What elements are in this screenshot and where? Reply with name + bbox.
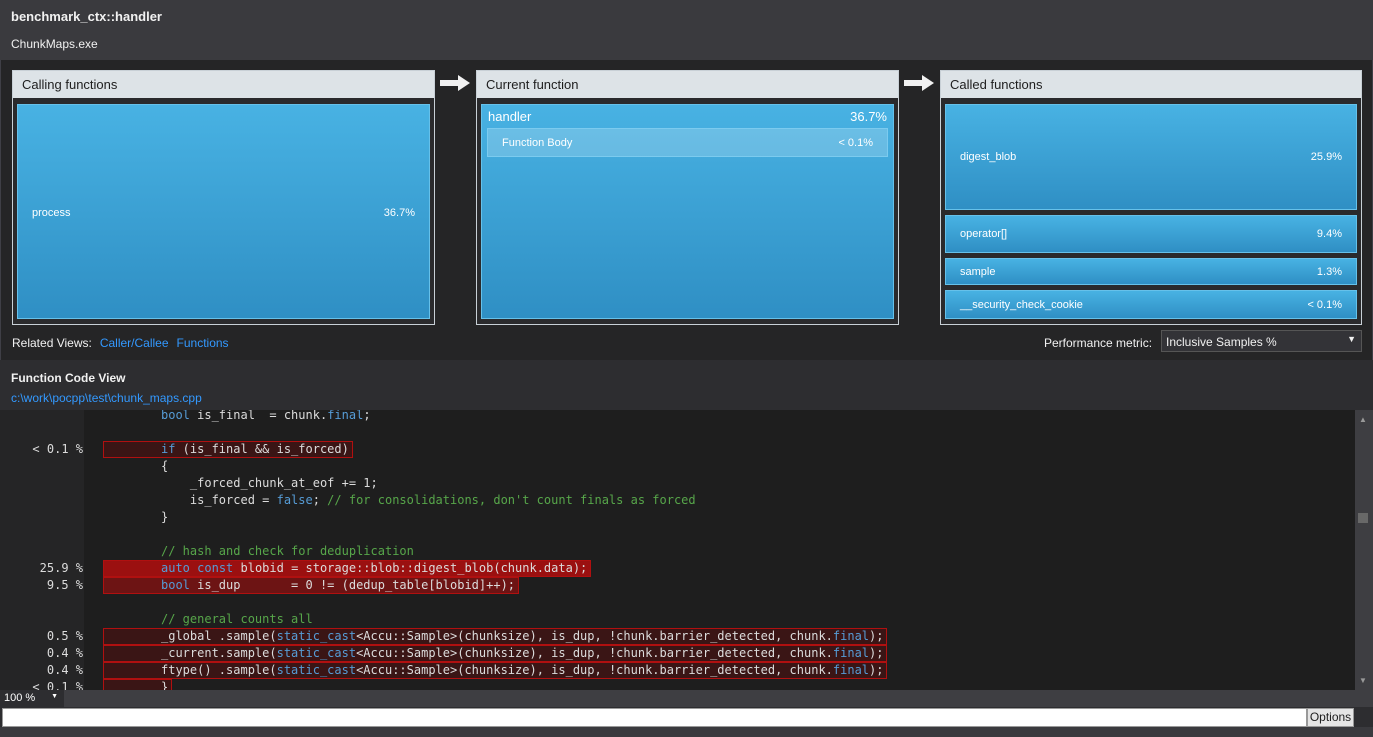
- line-percent: 25.9 %: [39, 561, 83, 575]
- caller-callee-link[interactable]: Caller/Callee: [100, 336, 169, 350]
- code-text: {: [161, 459, 169, 473]
- line-percent: 0.5 %: [46, 629, 83, 643]
- panel-title: Current function: [477, 71, 898, 98]
- code-text: _global .sample(static_cast<Accu::Sample…: [161, 629, 884, 643]
- selected-metric: Inclusive Samples %: [1166, 335, 1277, 349]
- functions-link[interactable]: Functions: [177, 336, 229, 350]
- line-percent: 0.4 %: [46, 663, 83, 677]
- vertical-scrollbar[interactable]: ▲ ▼: [1355, 410, 1373, 690]
- called-function-operator[interactable]: operator[] 9.4%: [945, 215, 1357, 253]
- related-views-label: Related Views:: [12, 336, 92, 350]
- panel-title: Calling functions: [13, 71, 434, 98]
- code-line: 0.4 % ftype() .sample(static_cast<Accu::S…: [0, 662, 1355, 679]
- scroll-thumb[interactable]: [1358, 513, 1368, 523]
- current-function-panel: Current function handler 36.7% Function …: [476, 70, 899, 325]
- function-name: digest_blob: [960, 151, 1017, 163]
- code-line: _forced_chunk_at_eof += 1;: [0, 475, 1355, 492]
- code-line: {: [0, 458, 1355, 475]
- line-percent: 0.4 %: [46, 646, 83, 660]
- function-name: process: [32, 207, 71, 219]
- caller-callee-area: Calling functions process 36.7% Current …: [0, 60, 1373, 360]
- called-functions-panel: Called functions digest_blob 25.9% operat…: [940, 70, 1362, 325]
- function-value: 9.4%: [1316, 228, 1342, 240]
- code-text: if (is_final && is_forced): [161, 442, 349, 456]
- function-value: 36.7%: [383, 207, 415, 219]
- header: benchmark_ctx::handler ChunkMaps.exe: [0, 0, 1373, 60]
- code-view-header: Function Code View c:\work\pocpp\test\ch…: [0, 362, 1373, 410]
- function-value: 1.3%: [1316, 266, 1342, 278]
- line-percent: < 0.1 %: [32, 442, 83, 456]
- source-file-link[interactable]: c:\work\pocpp\test\chunk_maps.cpp: [11, 391, 202, 405]
- function-name: operator[]: [960, 228, 1008, 240]
- performance-metric-label: Performance metric:: [1044, 336, 1153, 350]
- command-input[interactable]: [2, 708, 1307, 727]
- code-line: // hash and check for deduplication: [0, 543, 1355, 560]
- line-percent: < 0.1 %: [32, 680, 83, 690]
- function-name: __security_check_cookie: [960, 299, 1083, 311]
- options-button[interactable]: Options: [1307, 708, 1354, 727]
- zoom-select[interactable]: 100 % ▼: [0, 690, 64, 707]
- chevron-down-icon: ▼: [1347, 334, 1356, 344]
- calling-functions-panel: Calling functions process 36.7%: [12, 70, 435, 325]
- scroll-down-icon[interactable]: ▼: [1359, 676, 1367, 685]
- process-name: ChunkMaps.exe: [11, 37, 98, 51]
- code-line: 0.5 % _global .sample(static_cast<Accu::S…: [0, 628, 1355, 645]
- code-line: }: [0, 509, 1355, 526]
- code-text: bool is_final = chunk.final;: [161, 410, 371, 422]
- code-text: _current.sample(static_cast<Accu::Sample…: [161, 646, 884, 660]
- code-line: 0.4 % _current.sample(static_cast<Accu::S…: [0, 645, 1355, 662]
- code-text: _forced_chunk_at_eof += 1;: [161, 476, 378, 490]
- called-function-digest-blob[interactable]: digest_blob 25.9%: [945, 104, 1357, 210]
- function-value: 25.9%: [1310, 151, 1342, 163]
- code-line: // general counts all: [0, 611, 1355, 628]
- code-text: // general counts all: [161, 612, 313, 626]
- code-line: < 0.1 %}: [0, 679, 1355, 690]
- function-body-box[interactable]: Function Body < 0.1%: [487, 128, 888, 157]
- code-line: 9.5 % bool is_dup = 0 != (dedup_table[blo…: [0, 577, 1355, 594]
- called-function-sample[interactable]: sample 1.3%: [945, 258, 1357, 285]
- zoom-level: 100 %: [4, 692, 36, 704]
- performance-metric-select[interactable]: Inclusive Samples % ▼: [1161, 330, 1362, 352]
- function-value: 36.7%: [850, 109, 887, 124]
- function-body-label: Function Body: [502, 137, 573, 149]
- function-value: < 0.1%: [1307, 299, 1342, 311]
- code-text: }: [161, 680, 169, 690]
- code-text: }: [161, 510, 169, 524]
- panel-title: Called functions: [941, 71, 1361, 98]
- code-text: auto const blobid = storage::blob::diges…: [161, 561, 588, 575]
- arrow-right-icon: [904, 75, 934, 91]
- code-text: bool is_dup = 0 != (dedup_table[blobid]+…: [161, 578, 516, 592]
- code-text: ftype() .sample(static_cast<Accu::Sample…: [161, 663, 884, 677]
- calling-function-process[interactable]: process 36.7%: [17, 104, 430, 319]
- function-body-value: < 0.1%: [838, 137, 873, 149]
- code-line: 25.9 % auto const blobid = storage::blob:…: [0, 560, 1355, 577]
- code-text: // hash and check for deduplication: [161, 544, 414, 558]
- related-views: Related Views: Caller/Callee Functions: [12, 336, 229, 350]
- status-strip: [0, 727, 1373, 737]
- code-line: < 0.1 % if (is_final && is_forced): [0, 441, 1355, 458]
- current-function-handler[interactable]: handler 36.7% Function Body < 0.1%: [481, 104, 894, 319]
- code-line: is_forced = false; // for consolidations…: [0, 492, 1355, 509]
- chevron-down-icon: ▼: [51, 693, 58, 700]
- code-editor[interactable]: bool is_final = chunk.final; < 0.1 % if (i…: [0, 410, 1355, 690]
- code-view-title: Function Code View: [11, 371, 126, 385]
- horizontal-scrollbar[interactable]: 100 % ▼: [0, 690, 1373, 707]
- called-function-security-check-cookie[interactable]: __security_check_cookie < 0.1%: [945, 290, 1357, 319]
- arrow-right-icon: [440, 75, 470, 91]
- line-percent: 9.5 %: [46, 578, 83, 592]
- function-name: handler: [488, 109, 532, 124]
- page-title: benchmark_ctx::handler: [11, 9, 162, 24]
- code-text: is_forced = false; // for consolidations…: [161, 493, 696, 507]
- scroll-up-icon[interactable]: ▲: [1359, 415, 1367, 424]
- function-name: sample: [960, 266, 996, 278]
- code-line: bool is_final = chunk.final;: [0, 410, 1355, 424]
